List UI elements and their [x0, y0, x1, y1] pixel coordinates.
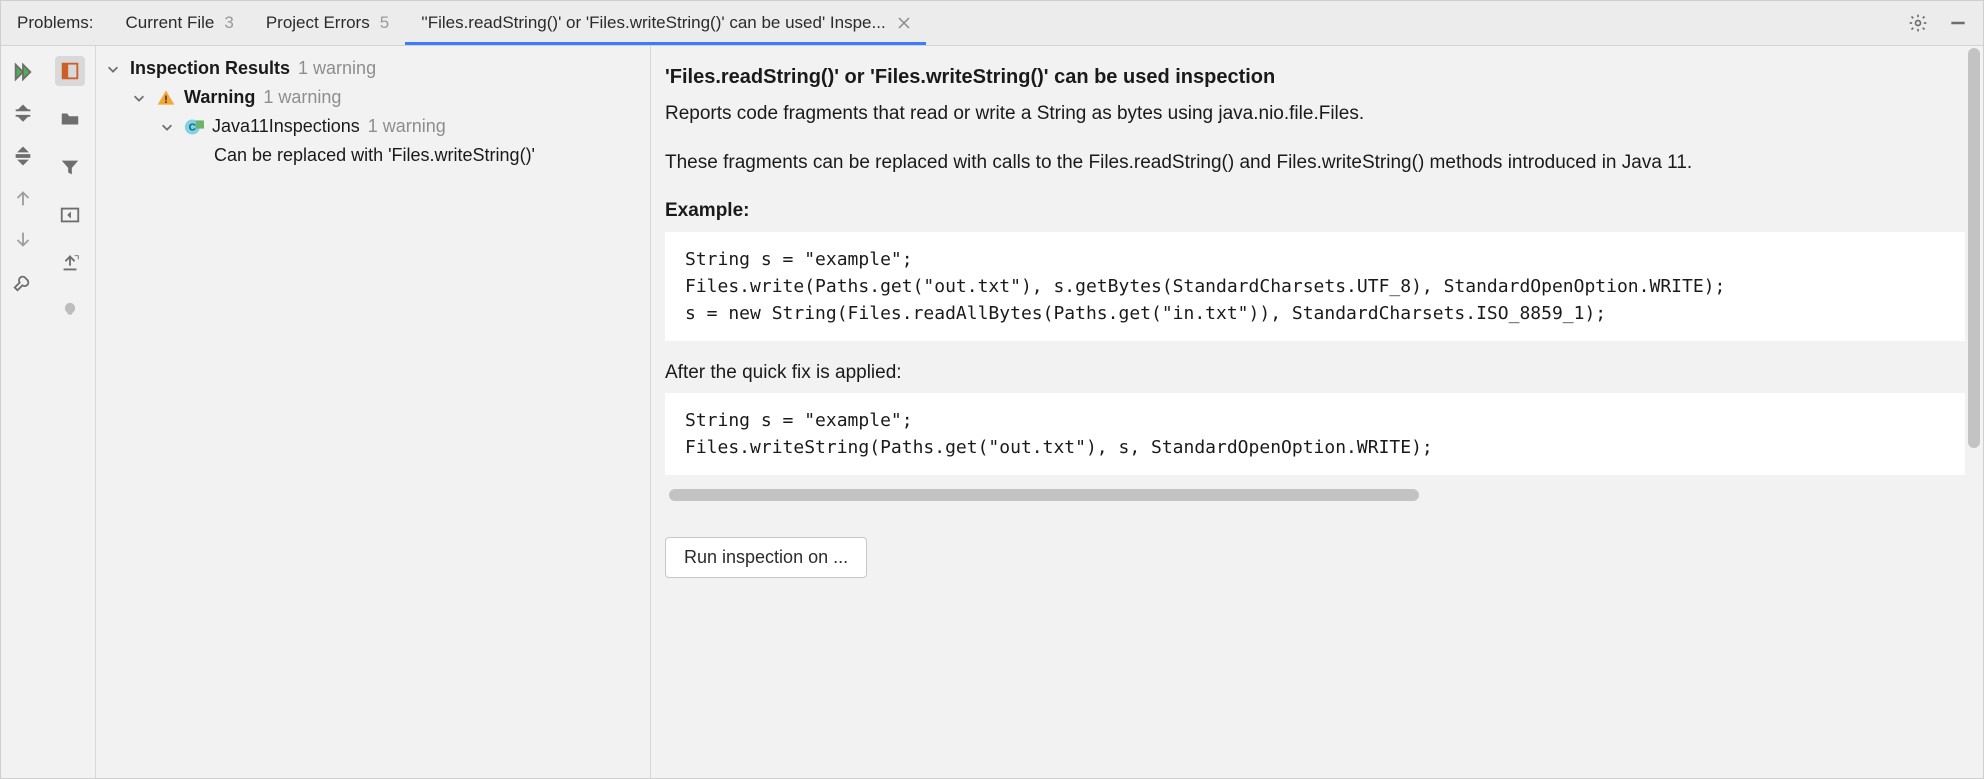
- folder-icon[interactable]: [55, 104, 85, 134]
- tab-current-file[interactable]: Current File 3: [110, 1, 250, 45]
- tree-root-label: Inspection Results: [130, 58, 290, 79]
- detail-paragraph-1: Reports code fragments that read or writ…: [665, 100, 1965, 129]
- svg-text:C: C: [189, 122, 196, 133]
- close-icon[interactable]: [896, 15, 912, 31]
- problems-tool-window: Problems: Current File 3 Project Errors …: [0, 0, 1984, 779]
- tab-bar: Problems: Current File 3 Project Errors …: [1, 1, 1983, 46]
- inspection-tree: Inspection Results 1 warning Warning 1 w…: [96, 46, 651, 778]
- run-inspection-button[interactable]: Run inspection on ...: [665, 537, 867, 578]
- rerun-icon[interactable]: [11, 60, 35, 84]
- tree-class[interactable]: C Java11Inspections 1 warning: [104, 112, 650, 141]
- code-before: String s = "example"; Files.write(Paths.…: [665, 232, 1965, 341]
- tree-warning[interactable]: Warning 1 warning: [104, 83, 650, 112]
- tree-class-count: 1 warning: [368, 116, 446, 137]
- code-after: String s = "example"; Files.writeString(…: [665, 393, 1965, 475]
- tree-leaf-label: Can be replaced with 'Files.writeString(…: [214, 145, 535, 166]
- expand-all-icon[interactable]: [11, 102, 35, 126]
- tab-project-errors-count: 5: [376, 13, 389, 33]
- tree-root[interactable]: Inspection Results 1 warning: [104, 54, 650, 83]
- tree-root-count: 1 warning: [298, 58, 376, 79]
- java-class-icon: C: [184, 117, 204, 137]
- tab-inspection-results[interactable]: ''Files.readString()' or 'Files.writeStr…: [405, 1, 925, 45]
- wrench-icon[interactable]: [11, 270, 35, 294]
- tree-warning-label: Warning: [184, 87, 255, 108]
- inspection-detail: 'Files.readString()' or 'Files.writeStri…: [651, 46, 1965, 778]
- problems-label: Problems:: [1, 1, 110, 45]
- prev-icon[interactable]: [11, 186, 35, 210]
- warning-icon: [156, 88, 176, 108]
- tab-current-file-label: Current File: [126, 13, 215, 33]
- filter-icon[interactable]: [55, 152, 85, 182]
- chevron-down-icon: [104, 60, 122, 78]
- tree-leaf[interactable]: Can be replaced with 'Files.writeString(…: [104, 141, 650, 170]
- tab-project-errors[interactable]: Project Errors 5: [250, 1, 405, 45]
- horizontal-scrollbar[interactable]: [665, 487, 1965, 503]
- tab-project-errors-label: Project Errors: [266, 13, 370, 33]
- left-toolstrip-2: [45, 46, 96, 778]
- tab-inspection-results-label: ''Files.readString()' or 'Files.writeStr…: [421, 13, 885, 33]
- tree-warning-count: 1 warning: [263, 87, 341, 108]
- vertical-scrollbar[interactable]: [1965, 46, 1983, 778]
- chevron-down-icon: [130, 89, 148, 107]
- collapse-all-icon[interactable]: [11, 144, 35, 168]
- example-label: Example:: [665, 197, 1965, 226]
- after-label: After the quick fix is applied:: [665, 359, 1965, 388]
- tree-class-label: Java11Inspections: [212, 116, 360, 137]
- detail-title: 'Files.readString()' or 'Files.writeStri…: [665, 62, 1965, 92]
- chevron-down-icon: [158, 118, 176, 136]
- tab-current-file-count: 3: [220, 13, 233, 33]
- export-icon[interactable]: [55, 248, 85, 278]
- left-toolstrip-1: [1, 46, 45, 778]
- preview-panel-icon[interactable]: [55, 200, 85, 230]
- minimize-icon[interactable]: [1947, 12, 1969, 34]
- next-icon[interactable]: [11, 228, 35, 252]
- highlight-icon[interactable]: [55, 56, 85, 86]
- detail-paragraph-2: These fragments can be replaced with cal…: [665, 149, 1965, 178]
- bulb-icon[interactable]: [55, 296, 85, 326]
- gear-icon[interactable]: [1907, 12, 1929, 34]
